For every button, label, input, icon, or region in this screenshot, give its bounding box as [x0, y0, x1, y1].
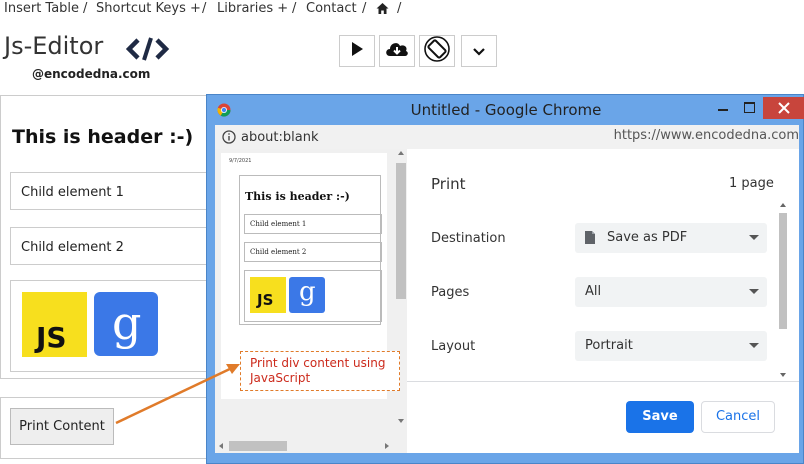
preview-container: This is header :-) Child element 1 Child… — [239, 175, 382, 325]
nav-libraries[interactable]: Libraries + — [217, 1, 288, 16]
pages-label: Pages — [431, 285, 470, 300]
rotate-button[interactable] — [419, 35, 455, 67]
annotation-line: Print div content using — [250, 356, 386, 370]
run-button[interactable] — [339, 35, 375, 67]
print-dialog: Print 1 page Destination Save as PDF Pag… — [407, 149, 799, 453]
chevron-down-icon — [749, 343, 759, 348]
chevron-down-icon — [749, 235, 759, 240]
minimize-button[interactable] — [709, 97, 737, 119]
nav-separator: / — [362, 1, 367, 16]
cancel-button[interactable]: Cancel — [701, 401, 775, 433]
page-count: 1 page — [729, 176, 774, 191]
layout-select[interactable]: Portrait — [575, 331, 767, 361]
google-logo: g — [94, 292, 158, 356]
scroll-right-icon[interactable] — [385, 443, 389, 449]
maximize-button[interactable] — [735, 97, 763, 119]
close-icon — [778, 102, 790, 114]
document-icon — [585, 231, 595, 244]
download-button[interactable] — [379, 35, 415, 67]
preview-logos: JS g — [244, 270, 382, 322]
print-content-button[interactable]: Print Content — [10, 408, 114, 445]
nav-separator: / — [202, 1, 207, 16]
annotation-callout: Print div content using JavaScript — [240, 351, 400, 391]
child-element: Child element 2 — [10, 227, 210, 265]
app-title: Js-Editor — [4, 32, 104, 60]
nav-separator: / — [397, 1, 402, 16]
child-element: Child element 1 — [10, 172, 210, 210]
layout-label: Layout — [431, 339, 476, 354]
cloud-download-icon — [384, 39, 410, 63]
annotation-line: JavaScript — [250, 371, 311, 385]
maximize-icon — [744, 102, 755, 113]
minimize-icon — [718, 109, 728, 111]
code-icon — [125, 34, 170, 64]
preview-child: Child element 1 — [244, 214, 382, 234]
scroll-thumb[interactable] — [779, 213, 787, 329]
preview-google-logo: g — [289, 277, 325, 313]
print-preview-pane[interactable]: 9/7/2021 This is header :-) Child elemen… — [215, 149, 407, 453]
divider — [407, 381, 799, 382]
scroll-left-icon[interactable] — [219, 443, 223, 449]
page-header: This is header :-) — [12, 126, 194, 148]
preview-vertical-scrollbar[interactable] — [395, 149, 407, 439]
chrome-window: Untitled - Google Chrome about:blank htt… — [206, 94, 804, 464]
scroll-thumb[interactable] — [396, 163, 406, 299]
preview-javascript-logo: JS — [250, 277, 286, 313]
preview-header: This is header :-) — [245, 190, 350, 203]
dialog-scrollbar[interactable] — [777, 203, 789, 379]
javascript-logo: JS — [22, 292, 87, 357]
chevron-down-icon — [749, 289, 759, 294]
rotate-screen-icon — [423, 35, 451, 67]
nav-separator: / — [292, 1, 297, 16]
destination-label: Destination — [431, 231, 506, 246]
top-navigation: Insert Table / Shortcut Keys + / Librari… — [0, 0, 804, 20]
horizontal-scroll-thumb[interactable] — [229, 441, 287, 451]
print-title: Print — [431, 175, 466, 193]
address-bar[interactable]: about:blank https://www.encodedna.com — [215, 125, 799, 149]
logo-container: JS g — [10, 280, 210, 372]
info-icon[interactable] — [222, 129, 236, 148]
nav-insert-table[interactable]: Insert Table — [4, 1, 79, 16]
preview-date: 9/7/2021 — [229, 158, 252, 164]
pages-select[interactable]: All — [575, 277, 767, 307]
site-handle: @encodedna.com — [32, 67, 151, 81]
home-icon[interactable] — [376, 2, 389, 19]
chevron-down-icon — [472, 42, 486, 61]
nav-separator: / — [83, 1, 88, 16]
more-options-button[interactable] — [461, 35, 497, 67]
scroll-down-icon[interactable] — [780, 373, 786, 377]
save-button[interactable]: Save — [626, 401, 694, 433]
preview-horizontal-scrollbar[interactable] — [215, 439, 395, 453]
scroll-up-icon[interactable] — [780, 203, 786, 207]
close-button[interactable] — [763, 97, 804, 119]
scroll-down-icon[interactable] — [398, 419, 404, 423]
site-watermark: https://www.encodedna.com — [613, 128, 799, 143]
play-icon — [350, 41, 364, 61]
address-text: about:blank — [241, 130, 319, 145]
destination-select[interactable]: Save as PDF — [575, 223, 767, 253]
scroll-up-icon[interactable] — [398, 151, 404, 155]
nav-shortcut-keys[interactable]: Shortcut Keys + — [96, 1, 201, 16]
nav-contact[interactable]: Contact — [306, 1, 357, 16]
preview-child: Child element 2 — [244, 242, 382, 262]
